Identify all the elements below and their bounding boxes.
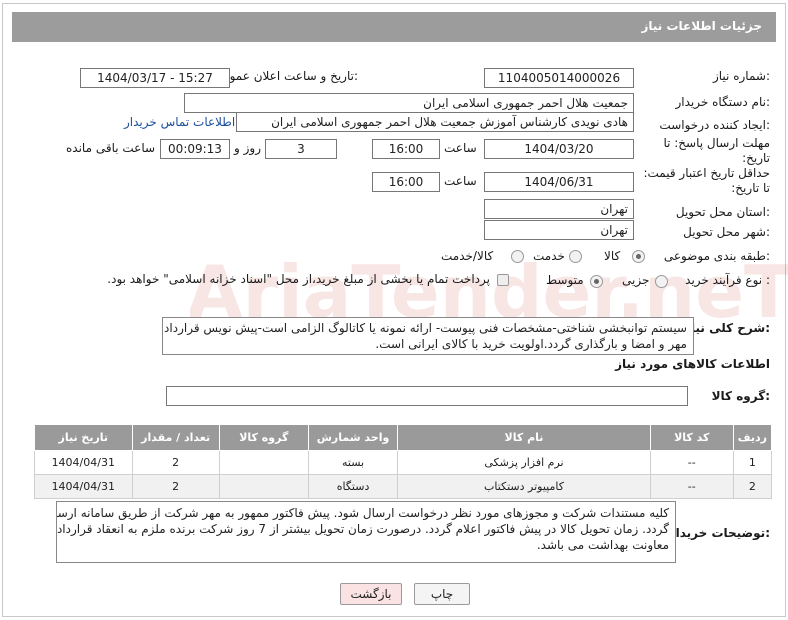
title-bar: جزئیات اطلاعات نیاز: [12, 12, 776, 42]
buyer-notes-line-1: کلیه مستندات شرکت و مجوزهای مورد نظر درخ…: [56, 506, 669, 520]
remaining-time-label: ساعت باقی مانده: [66, 141, 156, 155]
category-label: طبقه بندی موضوعی:: [663, 249, 770, 263]
price-validity-time-field[interactable]: 16:00: [372, 172, 440, 192]
table-row[interactable]: 1 -- نرم افزار پزشکی بسته 2 1404/04/31: [34, 450, 773, 475]
page-title: جزئیات اطلاعات نیاز: [641, 19, 762, 33]
col-group: گروه کالا: [218, 424, 309, 451]
cell-code: --: [649, 474, 734, 499]
description-line-1: سیستم توانبخشی شناختی-مشخصات فنی پیوست- …: [164, 321, 687, 335]
table-header-row: ردیف کد کالا نام کالا واحد شمارش گروه کا…: [34, 424, 773, 451]
delivery-city-field[interactable]: تهران: [484, 220, 634, 240]
reply-deadline-label-2: تاریخ:: [742, 151, 770, 165]
print-button[interactable]: چاپ: [414, 583, 470, 605]
cell-row: 2: [732, 474, 773, 499]
cell-name: کامپیوتر دستکتاب: [397, 474, 651, 499]
cell-row: 1: [732, 450, 773, 475]
col-qty: تعداد / مقدار: [131, 424, 220, 451]
reply-deadline-label-1: مهلت ارسال پاسخ: تا: [663, 136, 770, 150]
process-option-medium: متوسط: [546, 273, 584, 287]
delivery-province-field[interactable]: تهران: [484, 199, 634, 219]
goods-table: ردیف کد کالا نام کالا واحد شمارش گروه کا…: [34, 424, 773, 499]
purchase-process-label: نوع فرآیند خرید :: [685, 273, 770, 287]
table-row[interactable]: 2 -- کامپیوتر دستکتاب دستگاه 2 1404/04/3…: [34, 474, 773, 499]
buyer-notes-textarea[interactable]: کلیه مستندات شرکت و مجوزهای مورد نظر درخ…: [56, 501, 676, 563]
category-option-service: خدمت: [533, 249, 565, 263]
cell-code: --: [649, 450, 734, 475]
buyer-contact-link[interactable]: اطلاعات تماس خریدار: [124, 115, 235, 129]
category-option-goods: کالا: [604, 249, 621, 263]
cell-name: نرم افزار پزشکی: [397, 450, 651, 475]
goods-group-field[interactable]: [166, 386, 688, 406]
buyer-notes-line-2: گردد. زمان تحویل کالا در پیش فاکتور اعلا…: [56, 522, 669, 536]
goods-group-label: گروه کالا:: [711, 389, 770, 403]
reply-date-field[interactable]: 1404/03/20: [484, 139, 634, 159]
description-line-2: مهر و امضا و بارگذاری گردد.اولویت خرید ب…: [375, 337, 687, 351]
reply-time-field[interactable]: 16:00: [372, 139, 440, 159]
price-validity-label-1: حداقل تاریخ اعتبار قیمت:: [643, 166, 770, 180]
col-row: ردیف: [732, 424, 773, 451]
treasury-checkbox[interactable]: [497, 274, 509, 286]
announce-datetime-field[interactable]: 1404/03/17 - 15:27: [80, 68, 230, 88]
goods-section-title: اطلاعات کالاهای مورد نیاز: [615, 357, 770, 371]
need-number-field[interactable]: 1104005014000026: [484, 68, 634, 88]
requester-label: ایجاد کننده درخواست:: [659, 118, 770, 132]
col-name: نام کالا: [397, 424, 651, 451]
back-button[interactable]: بازگشت: [340, 583, 402, 605]
treasury-note: پرداخت تمام یا بخشی از مبلغ خرید،از محل …: [107, 272, 490, 286]
process-radio-minor[interactable]: [655, 275, 668, 288]
process-option-minor: جزیی: [622, 273, 650, 287]
cell-date: 1404/04/31: [34, 450, 133, 475]
category-radio-goods-service[interactable]: [511, 250, 524, 263]
price-validity-date-field[interactable]: 1404/06/31: [484, 172, 634, 192]
cell-unit: بسته: [307, 450, 399, 475]
need-number-label: شماره نیاز:: [712, 69, 770, 83]
price-validity-time-label: ساعت: [444, 174, 477, 188]
col-code: کد کالا: [649, 424, 734, 451]
delivery-province-label: استان محل تحویل:: [675, 205, 770, 219]
col-unit: واحد شمارش: [307, 424, 399, 451]
reply-time-label: ساعت: [444, 141, 477, 155]
price-validity-label-2: تا تاریخ:: [731, 181, 770, 195]
buyer-notes-label: توضیحات خریدار:: [668, 526, 770, 540]
remaining-time-field[interactable]: 00:09:13: [160, 139, 230, 159]
cell-qty: 2: [131, 474, 220, 499]
buyer-notes-line-3: معاونت بهداشت می باشد.: [536, 538, 669, 552]
buyer-org-label: نام دستگاه خریدار:: [675, 95, 771, 109]
description-textarea[interactable]: سیستم توانبخشی شناختی-مشخصات فنی پیوست- …: [162, 317, 694, 355]
cell-group: [218, 474, 309, 499]
cell-date: 1404/04/31: [34, 474, 133, 499]
reply-days-label: روز و: [234, 141, 261, 155]
cell-qty: 2: [131, 450, 220, 475]
reply-days-field[interactable]: 3: [265, 139, 337, 159]
col-date: تاریخ نیاز: [34, 424, 133, 451]
requester-field[interactable]: هادی نویدی کارشناس آموزش جمعیت هلال احمر…: [236, 112, 634, 132]
announce-datetime-label: تاریخ و ساعت اعلان عمومی:: [213, 69, 358, 83]
cell-unit: دستگاه: [307, 474, 399, 499]
category-radio-service[interactable]: [569, 250, 582, 263]
cell-group: [218, 450, 309, 475]
category-option-goods-service: کالا/خدمت: [441, 249, 494, 263]
description-label: شرح کلی نیاز:: [684, 321, 770, 335]
buyer-org-field[interactable]: جمعیت هلال احمر جمهوری اسلامی ایران: [184, 93, 634, 113]
delivery-city-label: شهر محل تحویل:: [683, 225, 770, 239]
process-radio-medium[interactable]: [590, 275, 603, 288]
category-radio-goods[interactable]: [632, 250, 645, 263]
